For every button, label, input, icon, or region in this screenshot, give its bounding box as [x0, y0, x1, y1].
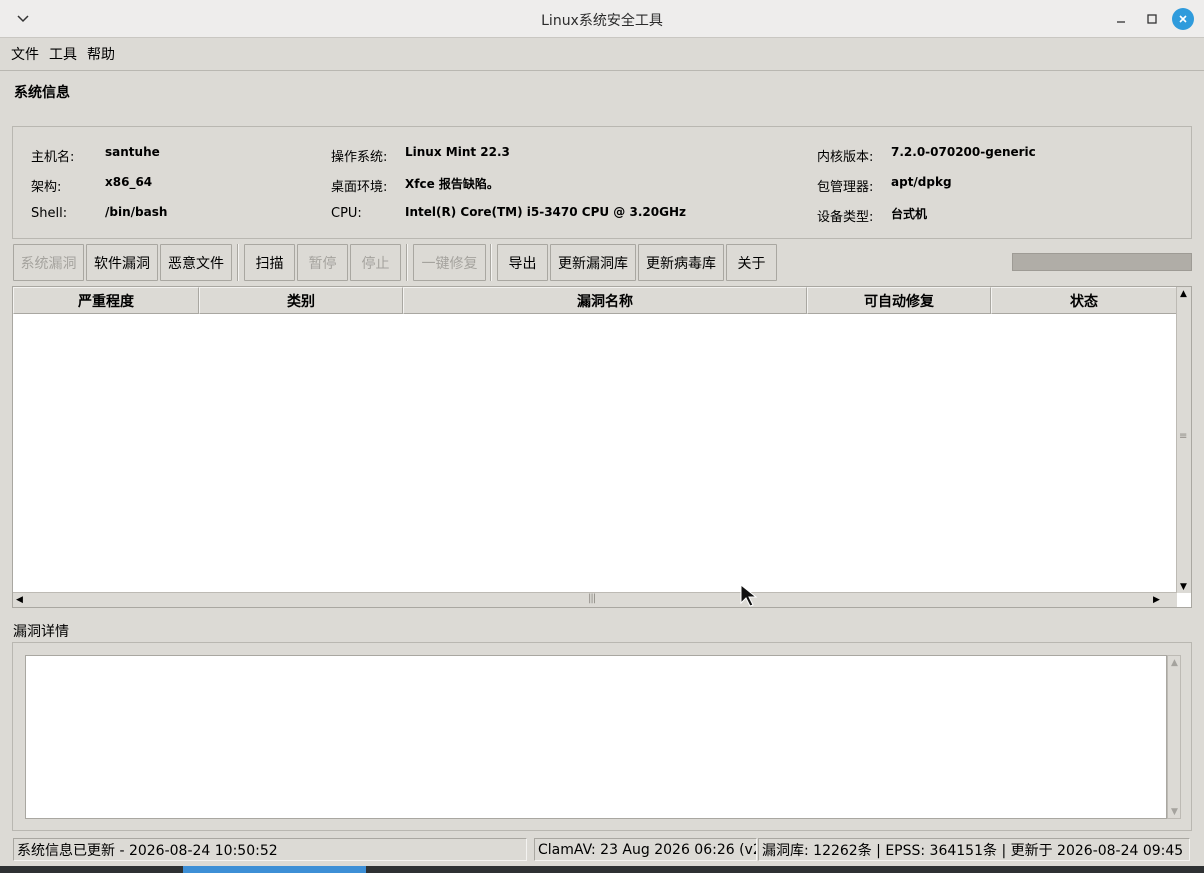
- cpu-label: CPU:: [331, 206, 362, 221]
- close-button[interactable]: [1172, 8, 1194, 30]
- system-info-panel: 主机名: santuhe 操作系统: Linux Mint 22.3 内核版本:…: [12, 126, 1192, 239]
- window-title: Linux系统安全工具: [541, 13, 663, 29]
- os-label: 操作系统:: [331, 150, 388, 165]
- arch-value: x86_64: [105, 175, 153, 189]
- scroll-grip-icon: |||: [588, 593, 596, 604]
- minimize-icon: [1117, 21, 1125, 23]
- status-clamav: ClamAV: 23 Aug 2026 06:26 (v28101): [534, 838, 757, 861]
- scroll-grip-icon: ≡: [1179, 431, 1187, 442]
- scan-button[interactable]: 扫描: [244, 244, 295, 281]
- system-vuln-button[interactable]: 系统漏洞: [13, 244, 84, 281]
- status-vuln-db: 漏洞库: 12262条 | EPSS: 364151条 | 更新于 2026-0…: [758, 838, 1190, 861]
- table-header: 严重程度 类别 漏洞名称 可自动修复 状态: [13, 287, 1177, 314]
- toolbar-separator: [406, 244, 408, 281]
- desktop-value: Xfce 报告缺陷。: [405, 177, 499, 191]
- scan-progress-bar: [1012, 253, 1192, 271]
- kernel-value: 7.2.0-070200-generic: [891, 145, 1036, 159]
- details-scrollbar[interactable]: ▲ ▼: [1167, 655, 1181, 819]
- desktop-label: 桌面环境:: [331, 180, 388, 195]
- maximize-icon: [1147, 14, 1157, 24]
- stop-button[interactable]: 停止: [350, 244, 401, 281]
- pkg-label: 包管理器:: [817, 180, 874, 195]
- scroll-up-arrow-icon[interactable]: ▲: [1168, 656, 1181, 669]
- update-virus-db-button[interactable]: 更新病毒库: [638, 244, 724, 281]
- toolbar-separator: [237, 244, 239, 281]
- details-text-area[interactable]: [25, 655, 1167, 819]
- hostname-label: 主机名:: [31, 150, 75, 165]
- vulnerability-table[interactable]: 严重程度 类别 漏洞名称 可自动修复 状态 ▲ ≡ ▼ ◀ ||| ▶: [12, 286, 1192, 608]
- details-label: 漏洞详情: [13, 624, 69, 640]
- scroll-down-arrow-icon[interactable]: ▼: [1177, 580, 1190, 593]
- main-window: Linux系统安全工具 文件 工具 帮助 系统信息 主机名: santuhe 操…: [0, 0, 1204, 866]
- scroll-up-arrow-icon[interactable]: ▲: [1177, 287, 1190, 300]
- scroll-right-arrow-icon[interactable]: ▶: [1150, 593, 1163, 606]
- section-title-system-info: 系统信息: [14, 85, 70, 101]
- close-icon: [1179, 15, 1187, 23]
- hostname-value: santuhe: [105, 145, 160, 159]
- fix-all-button[interactable]: 一键修复: [413, 244, 486, 281]
- os-value: Linux Mint 22.3: [405, 145, 510, 159]
- kernel-label: 内核版本:: [817, 150, 874, 165]
- column-category[interactable]: 类别: [199, 287, 403, 314]
- malware-button[interactable]: 恶意文件: [160, 244, 232, 281]
- details-panel: ▲ ▼: [12, 642, 1192, 831]
- pause-button[interactable]: 暂停: [297, 244, 348, 281]
- column-severity[interactable]: 严重程度: [13, 287, 199, 314]
- toolbar-separator: [490, 244, 492, 281]
- device-value: 台式机: [891, 207, 928, 221]
- software-vuln-button[interactable]: 软件漏洞: [86, 244, 158, 281]
- menu-file[interactable]: 文件: [6, 44, 44, 64]
- taskbar-active-item[interactable]: [183, 866, 366, 873]
- arch-label: 架构:: [31, 180, 62, 195]
- scroll-left-arrow-icon[interactable]: ◀: [13, 593, 26, 606]
- update-vuln-db-button[interactable]: 更新漏洞库: [550, 244, 636, 281]
- status-message: 系统信息已更新 - 2026-08-24 10:50:52: [13, 838, 527, 861]
- device-label: 设备类型:: [817, 210, 874, 225]
- mouse-cursor-icon: [740, 584, 758, 607]
- column-auto-fixable[interactable]: 可自动修复: [807, 287, 991, 314]
- about-button[interactable]: 关于: [726, 244, 777, 281]
- table-vertical-scrollbar[interactable]: ▲ ≡ ▼: [1176, 287, 1191, 593]
- column-vuln-name[interactable]: 漏洞名称: [403, 287, 807, 314]
- pkg-value: apt/dpkg: [891, 175, 952, 189]
- menu-help[interactable]: 帮助: [82, 44, 120, 64]
- scroll-down-arrow-icon[interactable]: ▼: [1168, 805, 1181, 818]
- export-button[interactable]: 导出: [497, 244, 548, 281]
- column-status[interactable]: 状态: [991, 287, 1177, 314]
- taskbar: [0, 866, 1204, 873]
- maximize-button[interactable]: [1141, 8, 1163, 30]
- table-horizontal-scrollbar[interactable]: ◀ ||| ▶: [13, 592, 1177, 607]
- minimize-button[interactable]: [1110, 8, 1132, 30]
- menu-tools[interactable]: 工具: [44, 44, 82, 64]
- shell-value: /bin/bash: [105, 205, 168, 219]
- cpu-value: Intel(R) Core(TM) i5-3470 CPU @ 3.20GHz: [405, 205, 686, 219]
- menu-bar: 文件 工具 帮助: [0, 38, 1204, 71]
- title-bar: Linux系统安全工具: [0, 0, 1204, 38]
- shell-label: Shell:: [31, 206, 68, 221]
